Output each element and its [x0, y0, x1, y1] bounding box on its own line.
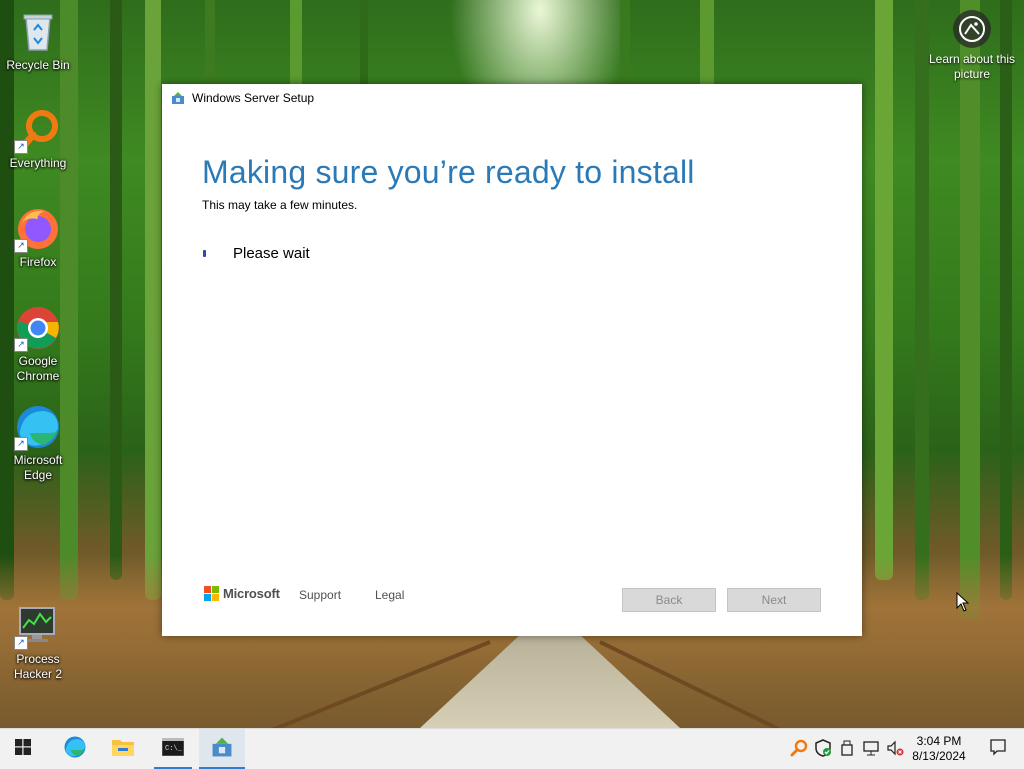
learn-about-label: Learn about this picture — [928, 52, 1016, 81]
clock-date: 8/13/2024 — [912, 749, 966, 763]
wallpaper-bamboo — [145, 0, 161, 600]
wallpaper-bamboo — [60, 0, 78, 600]
taskbar-file-explorer-button[interactable] — [100, 729, 146, 769]
camera-lens-icon — [953, 10, 991, 48]
desktop-icon-label: Recycle Bin — [6, 58, 70, 72]
svg-text:C:\_: C:\_ — [165, 745, 183, 753]
legal-link[interactable]: Legal — [375, 588, 404, 602]
desktop-icon-recycle-bin[interactable]: Recycle Bin — [4, 8, 72, 73]
wallpaper-bamboo — [1000, 0, 1012, 600]
edge-icon: ↗ — [14, 403, 62, 451]
desktop-icon-edge[interactable]: ↗ Microsoft Edge — [4, 403, 72, 483]
desktop-icon-label: Firefox — [19, 255, 57, 269]
page-subtitle: This may take a few minutes. — [202, 198, 358, 212]
tray-everything-search-icon[interactable] — [790, 739, 808, 757]
desktop: Recycle Bin ↗ Everything ↗ Firefox ↗ Goo… — [0, 0, 1024, 728]
everything-search-icon: ↗ — [14, 106, 62, 154]
system-clock[interactable]: 3:04 PM 8/13/2024 — [904, 734, 974, 764]
desktop-icon-everything[interactable]: ↗ Everything — [4, 106, 72, 171]
wallpaper-bamboo — [875, 0, 893, 580]
desktop-icon-label: Process Hacker 2 — [13, 652, 63, 681]
tray-defender-shield-icon[interactable] — [814, 739, 832, 757]
window-title: Windows Server Setup — [192, 91, 315, 105]
microsoft-brand: Microsoft — [204, 586, 280, 601]
next-button[interactable]: Next — [727, 588, 821, 612]
firefox-icon: ↗ — [14, 205, 62, 253]
chrome-icon: ↗ — [14, 304, 62, 352]
shortcut-arrow-icon: ↗ — [14, 140, 28, 154]
desktop-icon-firefox[interactable]: ↗ Firefox — [4, 205, 72, 270]
desktop-icon-chrome[interactable]: ↗ Google Chrome — [4, 304, 72, 384]
action-center-button[interactable] — [978, 729, 1018, 769]
shortcut-arrow-icon: ↗ — [14, 437, 28, 451]
setup-icon — [211, 736, 233, 763]
taskbar-cmd-button[interactable]: C:\_ — [150, 729, 196, 769]
shortcut-arrow-icon: ↗ — [14, 239, 28, 253]
start-button[interactable] — [0, 729, 46, 769]
progress-spinner-icon — [203, 250, 206, 257]
desktop-icon-label: Microsoft Edge — [13, 453, 63, 482]
notification-icon — [989, 738, 1007, 761]
setup-window: Windows Server Setup Making sure you’re … — [162, 84, 862, 636]
recycle-bin-icon — [14, 8, 62, 56]
shortcut-arrow-icon: ↗ — [14, 338, 28, 352]
taskbar-setup-button[interactable] — [199, 729, 245, 769]
desktop-icon-label: Everything — [9, 156, 67, 170]
edge-icon — [63, 735, 87, 764]
microsoft-brand-label: Microsoft — [223, 586, 280, 601]
shortcut-arrow-icon: ↗ — [14, 636, 28, 650]
windows-logo-icon — [15, 738, 31, 760]
folder-icon — [111, 737, 135, 762]
desktop-icon-label: Google Chrome — [16, 354, 60, 383]
process-hacker-icon: ↗ — [14, 602, 62, 650]
tray-usb-device-icon[interactable] — [838, 739, 856, 757]
taskbar: C:\_ 3:04 PM 8/13/2024 — [0, 728, 1024, 769]
wallpaper-bamboo — [960, 0, 980, 620]
setup-icon — [171, 91, 185, 105]
clock-time: 3:04 PM — [916, 734, 962, 748]
back-button[interactable]: Back — [622, 588, 716, 612]
tray-volume-muted-icon[interactable] — [886, 739, 904, 757]
window-titlebar[interactable]: Windows Server Setup — [162, 84, 862, 112]
wallpaper-bamboo — [915, 0, 929, 600]
cmd-icon: C:\_ — [161, 737, 185, 761]
support-link[interactable]: Support — [299, 588, 341, 602]
wallpaper-bamboo — [0, 0, 14, 600]
desktop-icon-process-hacker[interactable]: ↗ Process Hacker 2 — [4, 602, 72, 682]
status-text: Please wait — [233, 245, 310, 262]
tray-network-icon[interactable] — [862, 739, 880, 757]
taskbar-edge-button[interactable] — [52, 729, 98, 769]
microsoft-logo-icon — [204, 586, 219, 601]
wallpaper-bamboo — [110, 0, 122, 580]
page-title: Making sure you’re ready to install — [202, 154, 695, 190]
mouse-pointer-icon — [956, 591, 970, 617]
learn-about-picture[interactable]: Learn about this picture — [926, 10, 1018, 82]
